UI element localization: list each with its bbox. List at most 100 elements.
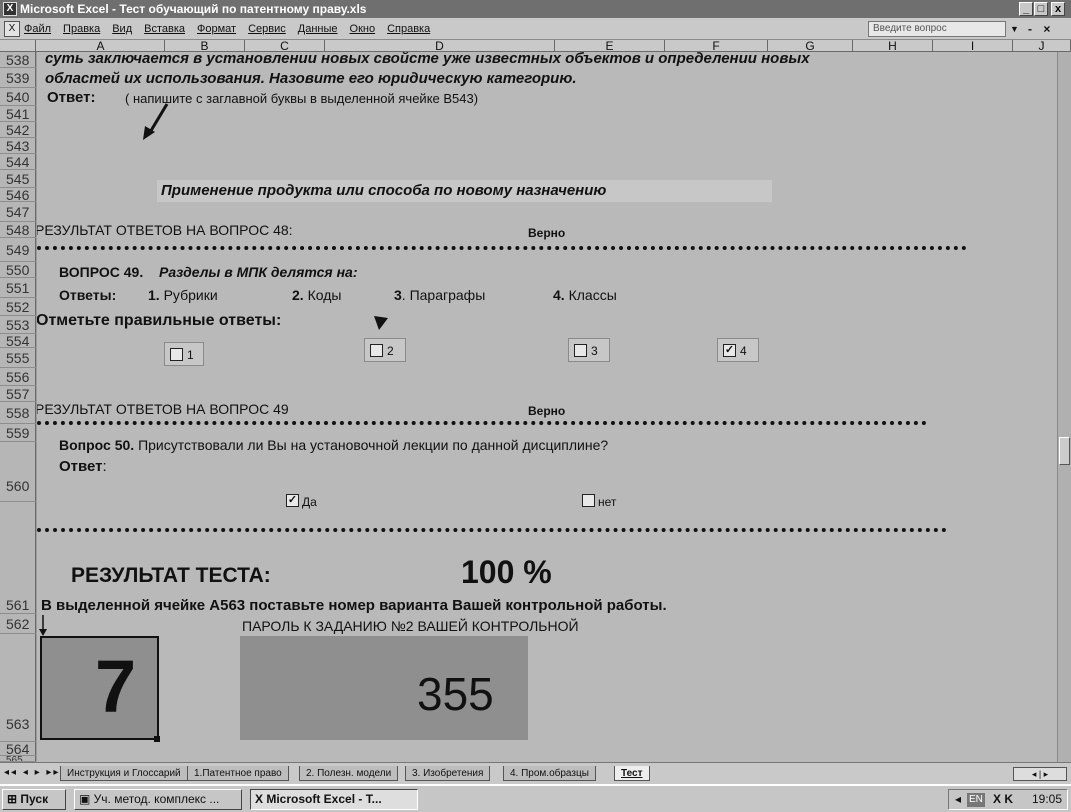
- menu-data[interactable]: Данные: [298, 18, 338, 40]
- row-header[interactable]: 538: [0, 52, 36, 68]
- checkbox-icon[interactable]: [582, 494, 595, 507]
- workbook-window-controls[interactable]: - ×: [1028, 18, 1054, 40]
- menu-format[interactable]: Формат: [197, 18, 236, 40]
- row-header[interactable]: 548: [0, 222, 36, 238]
- checkbox-yes-label: Да: [302, 495, 317, 509]
- column-header-j[interactable]: J: [1013, 40, 1071, 52]
- tab-scroll-buttons[interactable]: ◂◂ ◂ ▸ ▸▸: [4, 767, 60, 778]
- question-48-text-line1: суть заключается в установлении новых св…: [45, 52, 810, 67]
- speaker-icon[interactable]: ◂: [955, 790, 961, 809]
- checkbox-answer-2[interactable]: 2: [364, 338, 406, 362]
- start-label: Пуск: [20, 792, 49, 806]
- option-3-text: . Параграфы: [401, 287, 486, 303]
- checkbox-icon[interactable]: [370, 344, 383, 357]
- menu-edit[interactable]: Правка: [63, 18, 100, 40]
- question-48-text-line2: областей их использования. Назовите его …: [45, 70, 577, 87]
- horizontal-scrollbar[interactable]: ◂ | ▸: [1013, 767, 1067, 781]
- language-indicator[interactable]: EN: [967, 793, 985, 807]
- row-header[interactable]: 540: [0, 88, 36, 106]
- tab-instructions[interactable]: Инструкция и Глоссарий: [60, 766, 188, 781]
- column-header-f[interactable]: F: [665, 40, 768, 52]
- tray-app-icon[interactable]: X K: [993, 790, 1013, 809]
- row-header[interactable]: 545: [0, 170, 36, 188]
- checkbox-icon[interactable]: [574, 344, 587, 357]
- row-header[interactable]: 547: [0, 202, 36, 222]
- row-header[interactable]: 559: [0, 424, 36, 442]
- tab-patent-law[interactable]: 1.Патентное право: [187, 766, 289, 781]
- clock: 19:05: [1032, 792, 1063, 806]
- column-header-h[interactable]: H: [853, 40, 933, 52]
- worksheet-grid[interactable]: суть заключается в установлении новых св…: [37, 52, 1057, 762]
- fill-handle[interactable]: [154, 736, 160, 742]
- row-header[interactable]: 555: [0, 348, 36, 368]
- menu-insert[interactable]: Вставка: [144, 18, 185, 40]
- password-value: 355: [417, 668, 494, 720]
- column-header-a[interactable]: A: [37, 40, 165, 52]
- row-header[interactable]: 546: [0, 188, 36, 202]
- row-header[interactable]: 558: [0, 402, 36, 424]
- tab-utility-models[interactable]: 2. Полезн. модели: [299, 766, 399, 781]
- select-all-corner[interactable]: [0, 40, 36, 52]
- question-49-title: ВОПРОС 49.: [59, 264, 144, 280]
- row-header[interactable]: 562: [0, 614, 36, 634]
- close-button[interactable]: x: [1051, 2, 1065, 16]
- row-header[interactable]: 552: [0, 298, 36, 316]
- menu-view[interactable]: Вид: [112, 18, 132, 40]
- row-header[interactable]: 542: [0, 122, 36, 138]
- workbook-icon[interactable]: X: [4, 21, 20, 37]
- row-header[interactable]: 539: [0, 68, 36, 88]
- row-header[interactable]: 544: [0, 154, 36, 170]
- row-header[interactable]: 553: [0, 316, 36, 334]
- taskbar-word-doc[interactable]: ▣ Уч. метод. комплекс ...: [74, 789, 242, 810]
- tab-test[interactable]: Тест: [614, 766, 650, 781]
- menu-bar: X Файл Правка Вид Вставка Формат Сервис …: [0, 18, 1071, 40]
- dropdown-arrow-icon[interactable]: ▼: [1010, 21, 1019, 37]
- row-header[interactable]: 564: [0, 742, 36, 756]
- row-header[interactable]: 557: [0, 386, 36, 402]
- checkbox-no[interactable]: нет: [580, 492, 640, 512]
- menu-file[interactable]: Файл: [24, 18, 51, 40]
- row-header[interactable]: 549: [0, 238, 36, 262]
- menu-tools[interactable]: Сервис: [248, 18, 286, 40]
- checkbox-checked-icon[interactable]: ✓: [286, 494, 299, 507]
- row-header[interactable]: 560: [0, 442, 36, 502]
- excel-app-icon[interactable]: X: [3, 2, 17, 16]
- row-header[interactable]: 541: [0, 106, 36, 122]
- column-header-i[interactable]: I: [933, 40, 1013, 52]
- checkbox-icon[interactable]: [170, 348, 183, 361]
- column-header-e[interactable]: E: [555, 40, 665, 52]
- checkbox-answer-3[interactable]: 3: [568, 338, 610, 362]
- checkbox-checked-icon[interactable]: ✓: [723, 344, 736, 357]
- tab-inventions[interactable]: 3. Изобретения: [405, 766, 491, 781]
- checkbox-answer-4[interactable]: ✓ 4: [717, 338, 759, 362]
- row-header[interactable]: 551: [0, 278, 36, 298]
- column-header-b[interactable]: B: [165, 40, 245, 52]
- row-header[interactable]: 561: [0, 596, 36, 614]
- ask-question-input[interactable]: Введите вопрос: [868, 21, 1006, 37]
- column-header-c[interactable]: C: [245, 40, 325, 52]
- row-header[interactable]: 543: [0, 138, 36, 154]
- system-tray: ◂ EN X K 19:05: [948, 789, 1068, 810]
- checkbox-answer-1[interactable]: 1: [164, 342, 204, 366]
- checkbox-label: 3: [591, 344, 598, 358]
- menu-window[interactable]: Окно: [350, 18, 376, 40]
- row-header[interactable]: 563: [0, 634, 36, 742]
- checkbox-yes[interactable]: ✓ Да: [284, 492, 344, 512]
- start-button[interactable]: ⊞ Пуск: [2, 789, 66, 810]
- menu-help[interactable]: Справка: [387, 18, 430, 40]
- row-header[interactable]: 556: [0, 368, 36, 386]
- column-header-d[interactable]: D: [325, 40, 555, 52]
- vertical-scrollbar[interactable]: [1057, 52, 1071, 762]
- taskbar-word-label: Уч. метод. комплекс ...: [93, 792, 220, 806]
- scrollbar-thumb[interactable]: [1059, 437, 1070, 465]
- maximize-button[interactable]: □: [1034, 2, 1048, 16]
- tab-industrial-designs[interactable]: 4. Пром.образцы: [503, 766, 596, 781]
- column-header-g[interactable]: G: [768, 40, 853, 52]
- option-4-num: 4.: [553, 287, 565, 303]
- answer-50-colon: :: [102, 458, 107, 475]
- row-header[interactable]: 554: [0, 334, 36, 348]
- taskbar-excel[interactable]: X Microsoft Excel - Т...: [250, 789, 418, 810]
- row-header[interactable]: 550: [0, 262, 36, 278]
- minimize-button[interactable]: _: [1019, 2, 1033, 16]
- option-1: 1. Рубрики: [148, 287, 218, 303]
